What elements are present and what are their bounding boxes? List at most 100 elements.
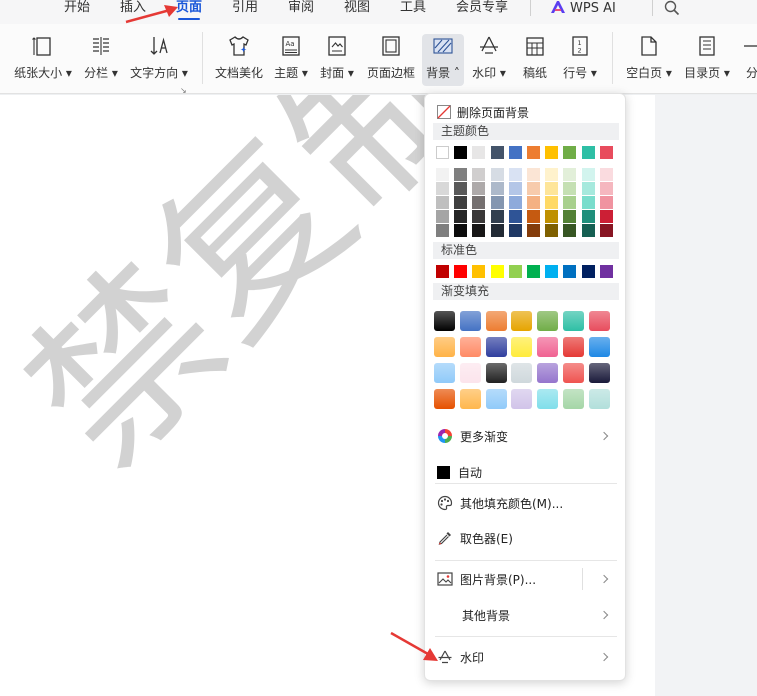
theme-shade-swatch[interactable] bbox=[490, 210, 504, 223]
eyedropper-item[interactable]: 取色器(E) bbox=[437, 530, 513, 547]
gradient-swatch[interactable] bbox=[459, 311, 481, 331]
watermark-button[interactable]: 水印 ▾ bbox=[470, 34, 508, 86]
theme-shade-swatch[interactable] bbox=[581, 196, 595, 209]
standard-color-swatch[interactable] bbox=[490, 265, 504, 278]
theme-shade-swatch[interactable] bbox=[490, 168, 504, 181]
gradient-swatch[interactable] bbox=[511, 337, 533, 357]
theme-button[interactable]: Aa 主题 ▾ bbox=[272, 34, 310, 86]
theme-shade-swatch[interactable] bbox=[436, 182, 449, 195]
theme-shade-swatch[interactable] bbox=[581, 182, 595, 195]
theme-shade-swatch[interactable] bbox=[454, 224, 468, 237]
chevron-right-icon[interactable] bbox=[599, 574, 609, 584]
standard-color-swatch[interactable] bbox=[454, 265, 468, 278]
gradient-swatch[interactable] bbox=[485, 389, 507, 409]
gradient-swatch[interactable] bbox=[485, 337, 507, 357]
tab-view[interactable]: 视图 bbox=[344, 0, 370, 22]
gradient-swatch[interactable] bbox=[563, 363, 584, 383]
theme-shade-swatch[interactable] bbox=[545, 196, 559, 209]
gradient-swatch[interactable] bbox=[588, 363, 610, 383]
background-button[interactable]: 背景 ˄ bbox=[422, 34, 464, 86]
theme-color-swatch[interactable] bbox=[472, 146, 486, 159]
manuscript-button[interactable]: 稿纸 bbox=[518, 34, 552, 86]
theme-shade-swatch[interactable] bbox=[545, 182, 559, 195]
theme-color-swatch[interactable] bbox=[527, 146, 540, 159]
theme-shade-swatch[interactable] bbox=[563, 168, 577, 181]
search-icon[interactable] bbox=[664, 0, 680, 22]
theme-shade-swatch[interactable] bbox=[581, 210, 595, 223]
page-border-button[interactable]: 页面边框 bbox=[364, 34, 418, 86]
theme-color-swatch[interactable] bbox=[581, 146, 595, 159]
blank-page-button[interactable]: 空白页 ▾ bbox=[624, 34, 674, 86]
theme-shade-swatch[interactable] bbox=[563, 182, 577, 195]
theme-shade-swatch[interactable] bbox=[472, 224, 486, 237]
gradient-swatch[interactable] bbox=[537, 311, 559, 331]
theme-shade-swatch[interactable] bbox=[508, 196, 522, 209]
theme-shade-swatch[interactable] bbox=[599, 210, 613, 223]
theme-shade-swatch[interactable] bbox=[563, 210, 577, 223]
gradient-swatch[interactable] bbox=[537, 363, 559, 383]
gradient-swatch[interactable] bbox=[537, 337, 559, 357]
theme-shade-swatch[interactable] bbox=[490, 196, 504, 209]
more-gradients-item[interactable]: 更多渐变 bbox=[437, 428, 508, 445]
gradient-swatch[interactable] bbox=[563, 389, 584, 409]
tab-tools[interactable]: 工具 bbox=[400, 0, 426, 22]
paper-size-button[interactable]: 纸张大小 ▾ bbox=[12, 34, 74, 86]
tab-member[interactable]: 会员专享 bbox=[456, 0, 508, 22]
gradient-swatch[interactable] bbox=[511, 363, 533, 383]
standard-color-swatch[interactable] bbox=[563, 265, 577, 278]
toc-page-button[interactable]: 目录页 ▾ bbox=[682, 34, 732, 86]
tab-review[interactable]: 审阅 bbox=[288, 0, 314, 22]
gradient-swatch[interactable] bbox=[485, 311, 507, 331]
gradient-swatch[interactable] bbox=[511, 311, 533, 331]
gradient-swatch[interactable] bbox=[459, 337, 481, 357]
gradient-swatch[interactable] bbox=[434, 311, 455, 331]
theme-color-swatch[interactable] bbox=[490, 146, 504, 159]
theme-shade-swatch[interactable] bbox=[527, 196, 540, 209]
theme-shade-swatch[interactable] bbox=[436, 210, 449, 223]
gradient-swatch[interactable] bbox=[485, 363, 507, 383]
theme-shade-swatch[interactable] bbox=[545, 210, 559, 223]
theme-shade-swatch[interactable] bbox=[454, 182, 468, 195]
theme-shade-swatch[interactable] bbox=[508, 210, 522, 223]
theme-shade-swatch[interactable] bbox=[527, 182, 540, 195]
theme-shade-swatch[interactable] bbox=[436, 224, 449, 237]
standard-color-swatch[interactable] bbox=[436, 265, 449, 278]
theme-shade-swatch[interactable] bbox=[527, 210, 540, 223]
gradient-swatch[interactable] bbox=[588, 337, 610, 357]
dialog-launcher-icon[interactable]: ↘ bbox=[180, 86, 187, 95]
gradient-swatch[interactable] bbox=[434, 337, 455, 357]
other-background-item[interactable]: 其他背景 bbox=[462, 607, 510, 624]
theme-shade-swatch[interactable] bbox=[563, 224, 577, 237]
theme-color-swatch[interactable] bbox=[563, 146, 577, 159]
gradient-swatch[interactable] bbox=[511, 389, 533, 409]
tab-wps-ai[interactable]: WPS AI bbox=[550, 0, 616, 22]
theme-color-swatch[interactable] bbox=[436, 146, 449, 159]
theme-shade-swatch[interactable] bbox=[472, 210, 486, 223]
theme-color-swatch[interactable] bbox=[454, 146, 468, 159]
standard-color-swatch[interactable] bbox=[545, 265, 559, 278]
theme-shade-swatch[interactable] bbox=[508, 168, 522, 181]
theme-shade-swatch[interactable] bbox=[472, 168, 486, 181]
theme-shade-swatch[interactable] bbox=[454, 196, 468, 209]
theme-shade-swatch[interactable] bbox=[581, 224, 595, 237]
tab-references[interactable]: 引用 bbox=[232, 0, 258, 22]
line-number-button[interactable]: 12 行号 ▾ bbox=[560, 34, 600, 86]
theme-color-swatch[interactable] bbox=[545, 146, 559, 159]
theme-shade-swatch[interactable] bbox=[545, 224, 559, 237]
theme-color-swatch[interactable] bbox=[599, 146, 613, 159]
theme-shade-swatch[interactable] bbox=[436, 168, 449, 181]
theme-shade-swatch[interactable] bbox=[436, 196, 449, 209]
theme-shade-swatch[interactable] bbox=[508, 182, 522, 195]
gradient-swatch[interactable] bbox=[563, 337, 584, 357]
theme-shade-swatch[interactable] bbox=[472, 196, 486, 209]
theme-color-swatch[interactable] bbox=[508, 146, 522, 159]
doc-beautify-button[interactable]: 文档美化 bbox=[212, 34, 266, 86]
gradient-swatch[interactable] bbox=[459, 363, 481, 383]
gradient-swatch[interactable] bbox=[588, 389, 610, 409]
theme-shade-swatch[interactable] bbox=[545, 168, 559, 181]
theme-shade-swatch[interactable] bbox=[454, 168, 468, 181]
standard-color-swatch[interactable] bbox=[527, 265, 540, 278]
standard-color-swatch[interactable] bbox=[472, 265, 486, 278]
text-direction-button[interactable]: 文字方向 ▾ bbox=[128, 34, 190, 86]
theme-shade-swatch[interactable] bbox=[599, 182, 613, 195]
